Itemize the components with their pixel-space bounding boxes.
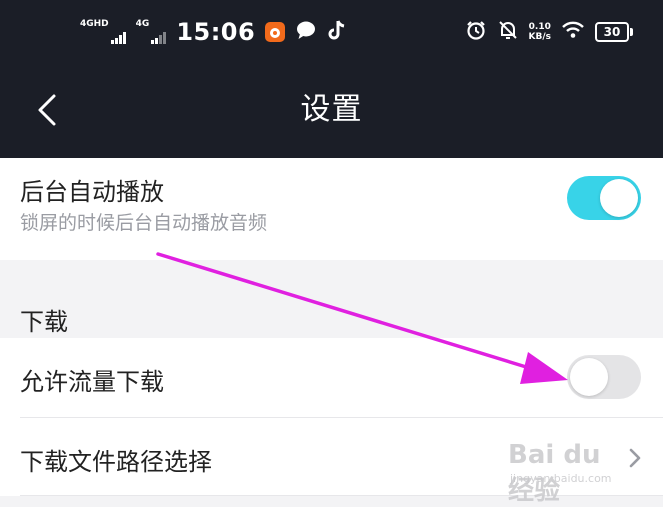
speed-unit: KB/s — [528, 32, 551, 42]
setting-row-background-play: 后台自动播放 锁屏的时候后台自动播放音频 — [0, 158, 663, 260]
wifi-icon — [561, 20, 585, 44]
nav-bar: 设置 — [0, 64, 663, 158]
background-play-title: 后台自动播放 — [20, 178, 164, 206]
signal-4g: 4G — [136, 20, 167, 44]
background-play-toggle[interactable] — [567, 176, 641, 220]
watermark-site: jingyan.baidu.com — [510, 472, 612, 485]
page-title: 设置 — [300, 92, 363, 127]
baidu-jingyan-watermark: Bai du 经验 jingyan.baidu.com — [508, 432, 628, 506]
signal-bars-icon — [151, 32, 167, 44]
toggle-knob — [600, 179, 638, 217]
network-label-2: 4G — [135, 19, 150, 29]
allow-data-download-toggle[interactable] — [567, 355, 641, 399]
toggle-knob — [570, 358, 608, 396]
network-speed: 0.10 KB/s — [529, 22, 551, 42]
message-bubble-icon — [295, 19, 317, 45]
background-play-subtitle: 锁屏的时候后台自动播放音频 — [20, 212, 268, 234]
tiktok-icon — [327, 19, 347, 45]
signal-4ghd: 4GHD — [80, 20, 126, 44]
alarm-icon — [465, 19, 487, 45]
download-section-label: 下载 — [20, 308, 68, 336]
mute-bell-icon — [497, 19, 519, 45]
section-header-download: 下载 — [0, 260, 663, 338]
signal-bars-icon — [110, 32, 126, 44]
status-bar: 4GHD 4G 15:06 0.10 KB/s 30 — [0, 0, 663, 64]
chevron-right-icon — [629, 448, 641, 468]
speed-value: 0.10 — [528, 22, 551, 32]
status-left: 4GHD 4G 15:06 — [80, 14, 347, 50]
download-path-title: 下载文件路径选择 — [20, 448, 212, 476]
network-label-1: 4GHD — [80, 19, 109, 29]
status-right: 0.10 KB/s 30 — [465, 14, 633, 50]
clock: 15:06 — [176, 18, 256, 46]
setting-row-allow-data-download: 允许流量下载 — [0, 338, 663, 418]
weibo-app-icon — [265, 22, 286, 42]
allow-data-download-title: 允许流量下载 — [20, 368, 164, 396]
battery-indicator: 30 — [595, 22, 633, 42]
